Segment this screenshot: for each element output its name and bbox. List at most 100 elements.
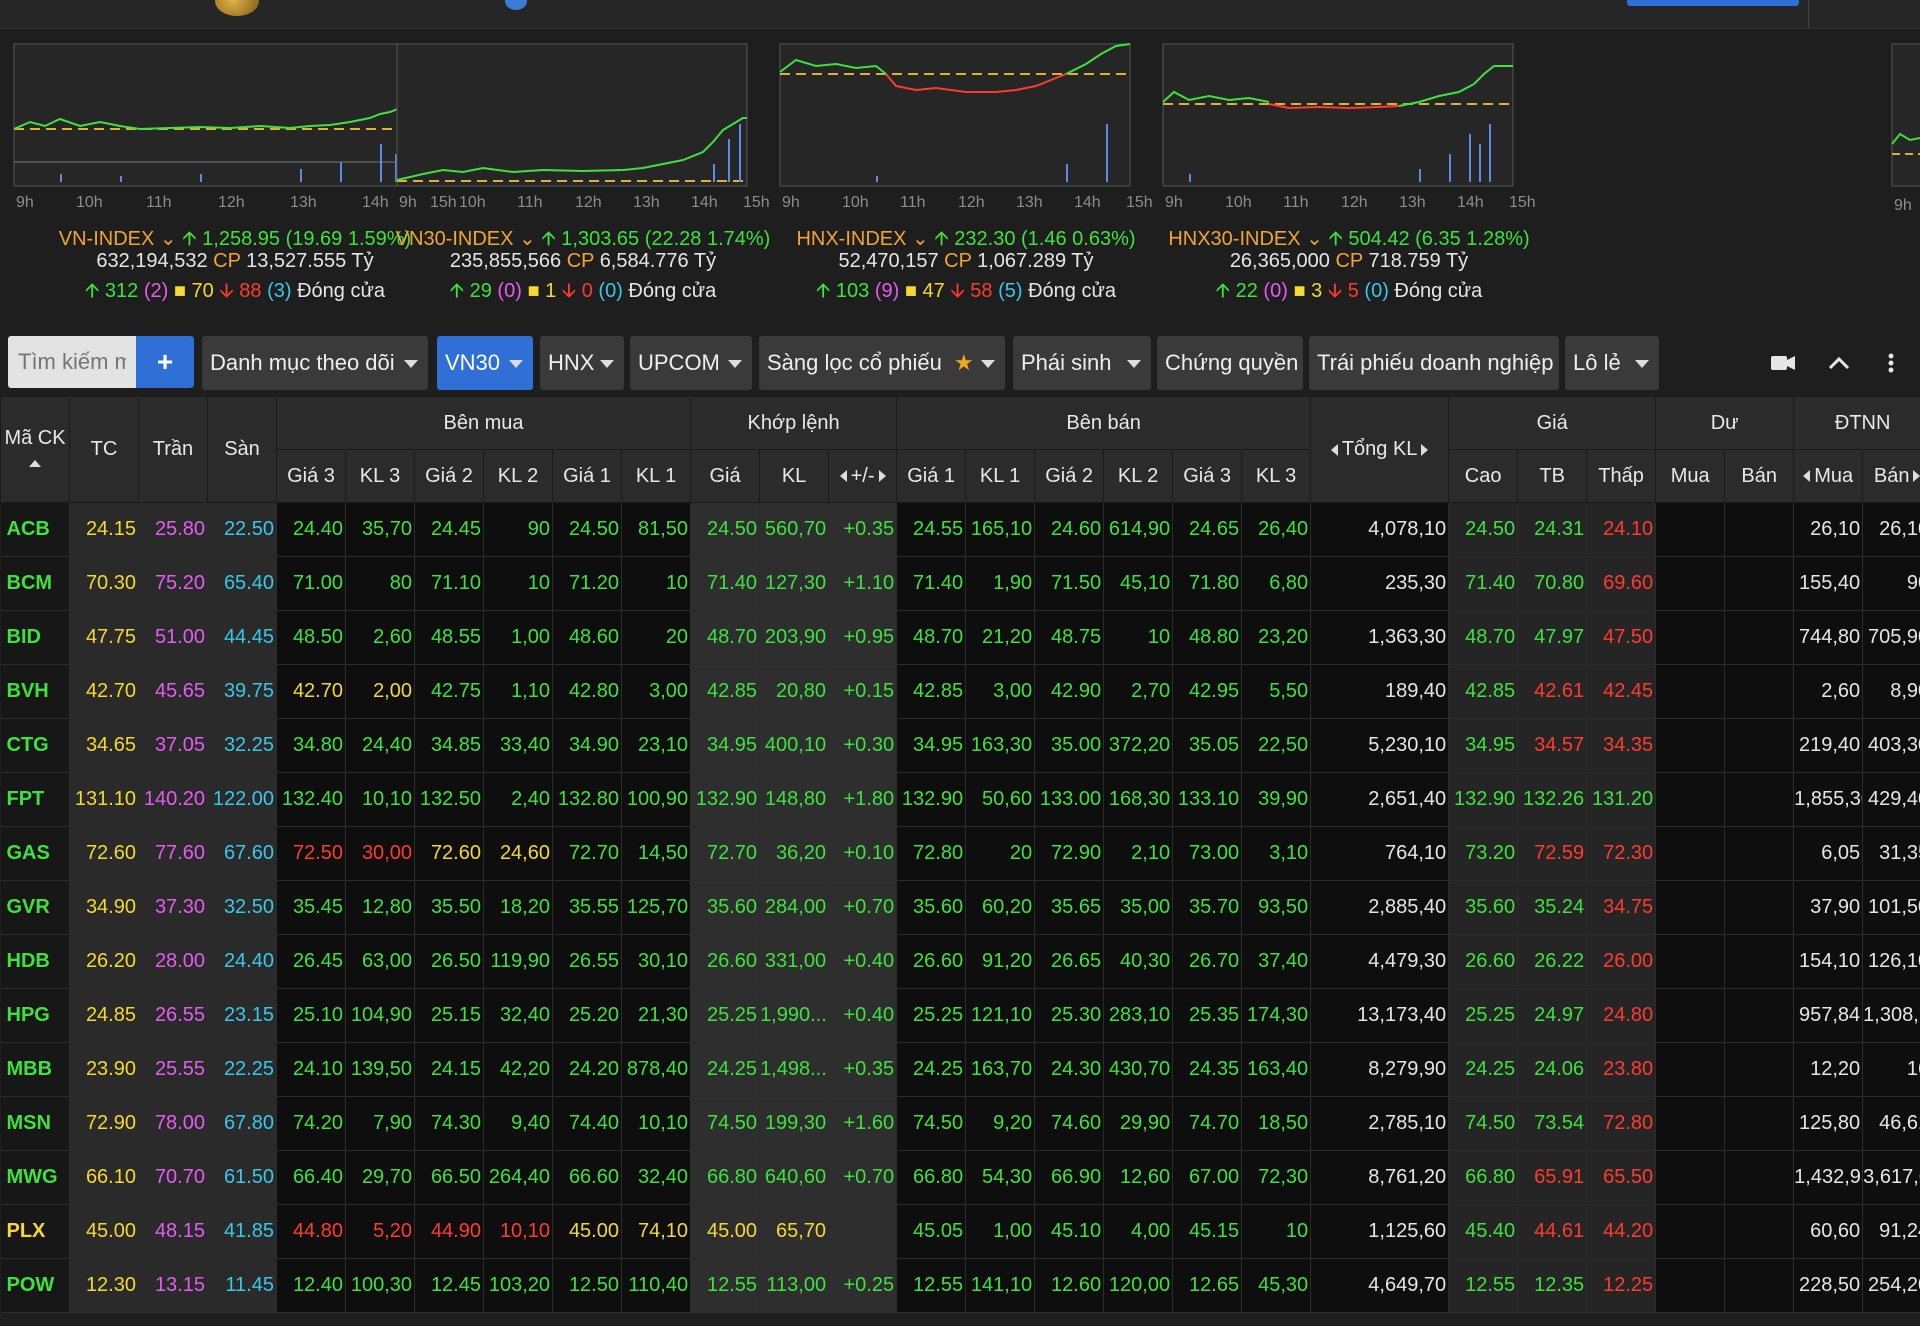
watchlist-label: Danh mục theo dõi — [210, 350, 395, 375]
match-price: 24.50 — [690, 502, 761, 557]
caret-right-icon[interactable] — [878, 470, 886, 483]
chevron-down-icon[interactable]: ⌄ — [519, 228, 536, 250]
table-row[interactable]: GVR 34.90 37.30 32.50 35.45 12,80 35.50 18,20 35… — [0, 880, 1920, 935]
stock-symbol[interactable]: MSN — [0, 1096, 70, 1151]
tab-upcom[interactable]: UPCOM — [630, 336, 752, 390]
chevron-down-icon[interactable]: ⌄ — [912, 228, 929, 250]
sell-price-1: 74.50 — [896, 1096, 967, 1151]
stock-symbol[interactable]: FPT — [0, 772, 70, 827]
arrow-up-icon: 🡩 — [541, 228, 556, 250]
table-row[interactable]: MBB 23.90 25.55 22.25 24.10 139,50 24.15 42,20 2… — [0, 1042, 1920, 1097]
index-name[interactable]: HNX30-INDEX — [1168, 228, 1300, 250]
table-row[interactable]: BVH 42.70 45.65 39.75 42.70 2,00 42.75 1,10 42.8… — [0, 664, 1920, 719]
sell-volume-2: 430,70 — [1103, 1042, 1174, 1097]
table-row[interactable]: HPG 24.85 26.55 23.15 25.10 104,90 25.15 32,40 2… — [0, 988, 1920, 1043]
stock-symbol[interactable]: MBB — [0, 1042, 70, 1097]
chevron-down-icon[interactable]: ⌄ — [160, 228, 177, 250]
time-label: 14h — [1074, 194, 1101, 211]
tab-warrants[interactable]: Chứng quyền — [1157, 336, 1303, 390]
more-vertical-icon[interactable] — [1886, 348, 1896, 378]
search-input[interactable] — [8, 336, 136, 388]
notification-icon[interactable] — [505, 0, 527, 10]
table-row[interactable]: HDB 26.20 28.00 24.40 26.45 63,00 26.50 119,90 2… — [0, 934, 1920, 989]
low-price: 34.75 — [1586, 880, 1657, 935]
buy-volume-2: 119,90 — [483, 934, 553, 989]
tab-corporate-bonds[interactable]: Trái phiếu doanh nghiệp — [1309, 336, 1559, 390]
unchanged: 70 — [191, 280, 214, 302]
sell-price-1: 132.90 — [896, 772, 967, 827]
time-label: 13h — [290, 194, 317, 211]
stock-symbol[interactable]: PLX — [0, 1204, 70, 1259]
stock-symbol[interactable]: MWG — [0, 1150, 70, 1205]
table-row[interactable]: MSN 72.90 78.00 67.80 74.20 7,90 74.30 9,40 74.4… — [0, 1096, 1920, 1151]
sell-volume-2: 45,10 — [1103, 556, 1174, 611]
col-foreign-buy[interactable]: Mua — [1793, 449, 1864, 503]
caret-left-icon[interactable] — [1330, 443, 1338, 456]
col-foreign-sell[interactable]: Bán — [1862, 449, 1920, 503]
chevron-up-icon[interactable] — [1826, 348, 1852, 378]
residual-buy — [1655, 934, 1726, 989]
index-name[interactable]: VN-INDEX — [59, 228, 155, 250]
price-change: +0.70 — [828, 880, 898, 935]
chevron-down-icon[interactable]: ⌄ — [1306, 228, 1323, 250]
sell-price-2: 133.00 — [1034, 772, 1105, 827]
residual-sell — [1724, 664, 1795, 719]
login-button[interactable] — [1627, 0, 1799, 6]
stock-symbol[interactable]: BVH — [0, 664, 70, 719]
sell-volume-2: 10 — [1103, 610, 1174, 665]
stock-symbol[interactable]: CTG — [0, 718, 70, 773]
watchlist-dropdown[interactable]: Danh mục theo dõi — [202, 336, 428, 390]
ceiling-price: 26.55 — [138, 988, 208, 1043]
col-symbol[interactable]: Mã CK — [0, 396, 70, 503]
stock-symbol[interactable]: POW — [0, 1258, 70, 1313]
table-row[interactable]: BID 47.75 51.00 44.45 48.50 2,60 48.55 1,00 48.6… — [0, 610, 1920, 665]
match-price: 74.50 — [690, 1096, 761, 1151]
stock-symbol[interactable]: GAS — [0, 826, 70, 881]
index-name[interactable]: VN30-INDEX — [396, 228, 514, 250]
arrow-down-icon: 🡫 — [561, 280, 577, 302]
stock-symbol[interactable]: BID — [0, 610, 70, 665]
residual-buy — [1655, 1150, 1726, 1205]
derivatives-dropdown[interactable]: Phái sinh — [1013, 336, 1151, 390]
index-name[interactable]: HNX-INDEX — [796, 228, 906, 250]
stock-symbol[interactable]: ACB — [0, 502, 70, 557]
table-row[interactable]: ACB 24.15 25.80 22.50 24.40 35,70 24.45 90 24.50… — [0, 502, 1920, 557]
caret-left-icon[interactable] — [1803, 470, 1811, 483]
buy-volume-1: 21,30 — [621, 988, 692, 1043]
table-row[interactable]: BCM 70.30 75.20 65.40 71.00 80 71.10 10 71.20 10 7… — [0, 556, 1920, 611]
sell-price-3: 67.00 — [1172, 1150, 1243, 1205]
table-row[interactable]: POW 12.30 13.15 11.45 12.40 100,30 12.45 103,20… — [0, 1258, 1920, 1313]
stock-symbol[interactable]: BCM — [0, 556, 70, 611]
col-change[interactable]: +/- — [828, 449, 898, 503]
index-panel-hnx30[interactable]: 9h 10h 11h 12h 13h 14h 15h HNX30-INDEX ⌄… — [1149, 34, 1619, 314]
avg-price: 72.59 — [1517, 826, 1588, 881]
caret-right-icon[interactable] — [1421, 443, 1429, 456]
odd-lot-dropdown[interactable]: Lô lẻ — [1565, 336, 1659, 390]
buy-volume-1: 10 — [621, 556, 692, 611]
match-price: 25.25 — [690, 988, 761, 1043]
sell-price-1: 34.95 — [896, 718, 967, 773]
stock-symbol[interactable]: GVR — [0, 880, 70, 935]
stock-symbol[interactable]: HDB — [0, 934, 70, 989]
col-total-volume[interactable]: Tổng KL — [1310, 396, 1450, 503]
buy-price-1: 74.40 — [552, 1096, 622, 1151]
table-row[interactable]: CTG 34.65 37.05 32.25 34.80 24,40 34.85 33,40 34… — [0, 718, 1920, 773]
tab-vn30[interactable]: VN30 — [437, 336, 533, 390]
match-price: 132.90 — [690, 772, 761, 827]
add-watchlist-button[interactable]: + — [136, 336, 194, 388]
sell-price-2: 24.60 — [1034, 502, 1105, 557]
buy-price-3: 74.20 — [276, 1096, 346, 1151]
table-row[interactable]: PLX 45.00 48.15 41.85 44.80 5,20 44.90 10,10 45.… — [0, 1204, 1920, 1259]
caret-left-icon[interactable] — [839, 470, 847, 483]
table-row[interactable]: MWG 66.10 70.70 61.50 66.40 29,70 66.50 264,40 6… — [0, 1150, 1920, 1205]
table-row[interactable]: FPT 131.10 140.20 122.00 132.40 10,10 132.50 2,… — [0, 772, 1920, 827]
table-row[interactable]: GAS 72.60 77.60 67.60 72.50 30,00 72.60 24,60 72… — [0, 826, 1920, 881]
foreign-sell: 254,20 — [1862, 1258, 1920, 1313]
caret-right-icon[interactable] — [1913, 470, 1920, 483]
stock-symbol[interactable]: HPG — [0, 988, 70, 1043]
sell-price-2: 12.60 — [1034, 1258, 1105, 1313]
screener-dropdown[interactable]: Sàng lọc cổ phiếu ★ — [759, 336, 1005, 390]
tab-hnx[interactable]: HNX — [540, 336, 624, 390]
video-camera-icon[interactable] — [1770, 348, 1796, 378]
sort-arrow-icon[interactable] — [29, 459, 41, 467]
